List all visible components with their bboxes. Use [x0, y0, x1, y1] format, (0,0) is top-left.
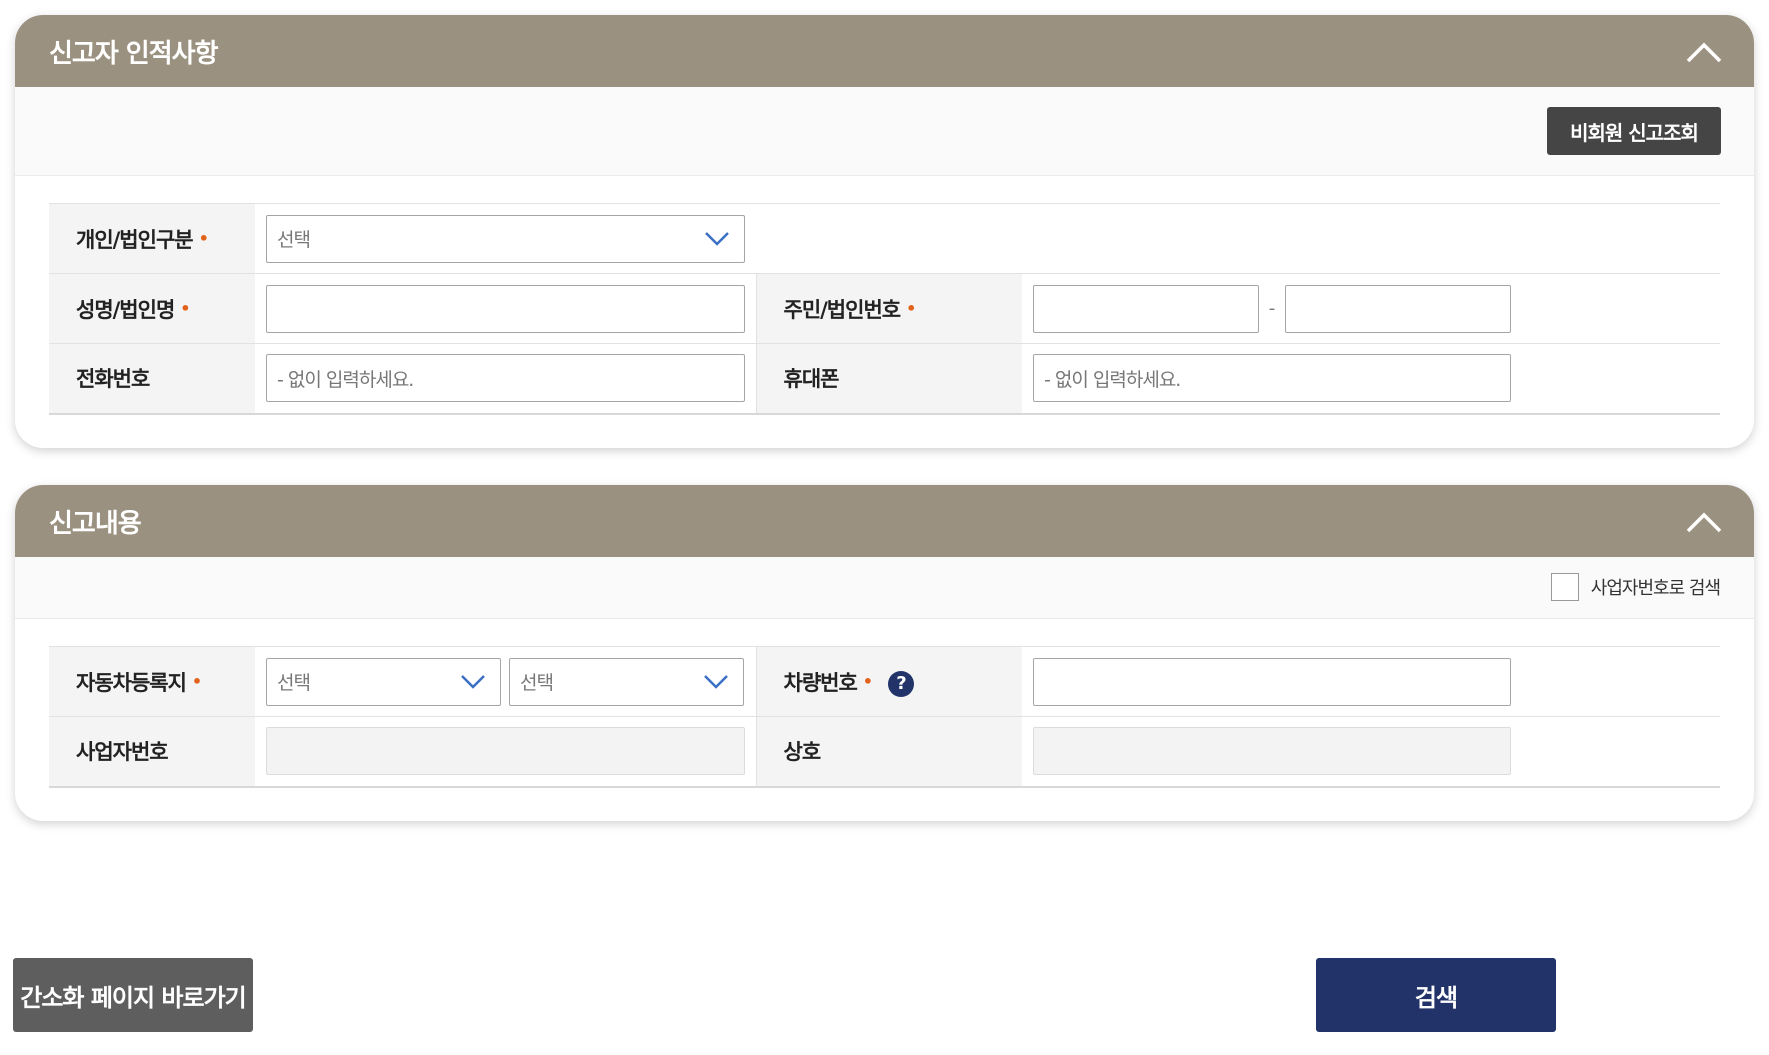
report-content-header: 신고내용 [15, 485, 1754, 557]
report-content-toolbar: 사업자번호로 검색 [15, 557, 1754, 619]
region-label-cell: 자동차등록지 • [49, 646, 255, 717]
chevron-down-icon [704, 674, 728, 689]
mobile-label-cell: 휴대폰 [755, 343, 1022, 414]
form-row: 자동차등록지 • 선택 선택 차량번호 •? [49, 646, 1720, 717]
region-label: 자동차등록지 [76, 670, 187, 695]
region-select-primary-value: 선택 [277, 672, 311, 694]
required-mark: • [198, 228, 209, 248]
plate-label-cell: 차량번호 •? [755, 646, 1022, 717]
company-name-input [1033, 727, 1511, 776]
id-label: 주민/법인번호 [783, 297, 902, 322]
mobile-label: 휴대폰 [783, 367, 840, 392]
name-input[interactable] [266, 284, 745, 333]
name-label: 성명/법인명 [76, 297, 175, 322]
help-icon[interactable]: ? [888, 670, 915, 697]
form-row: 사업자번호 상호 [49, 716, 1720, 787]
chevron-up-icon[interactable] [1682, 31, 1726, 71]
type-label: 개인/법인구분 [76, 227, 194, 252]
id-dash: - [1268, 298, 1276, 319]
form-row: 성명/법인명 • 주민/법인번호 • - [49, 273, 1720, 344]
chevron-down-icon [705, 231, 729, 246]
phone-label-cell: 전화번호 [49, 343, 255, 414]
chevron-up-icon[interactable] [1682, 501, 1726, 541]
required-mark: • [191, 671, 202, 691]
report-content-form: 자동차등록지 • 선택 선택 차량번호 •? 사업자번호 상호 [49, 646, 1720, 788]
search-button[interactable]: 검색 [1316, 958, 1556, 1032]
type-select-value: 선택 [277, 229, 311, 251]
report-content-panel: 신고내용 사업자번호로 검색 자동차등록지 • 선택 선택 차량번호 • ? 사… [15, 485, 1754, 821]
person-corp-type-select[interactable]: 선택 [266, 214, 745, 263]
id-number-second-input[interactable] [1285, 284, 1511, 333]
id-number-first-input[interactable] [1033, 284, 1259, 333]
region-select-secondary-value: 선택 [520, 672, 554, 694]
id-label-cell: 주민/법인번호 • [755, 273, 1022, 344]
company-name-label: 상호 [783, 740, 822, 765]
required-mark: • [862, 671, 873, 691]
chevron-down-icon [461, 674, 485, 689]
type-label-cell: 개인/법인구분 • [49, 203, 255, 274]
required-mark: • [906, 298, 916, 318]
plate-label: 차량번호 [783, 670, 858, 695]
mobile-input[interactable]: - 없이 입력하세요. [1033, 354, 1511, 403]
business-number-label-cell: 사업자번호 [49, 716, 255, 787]
reporter-info-title: 신고자 인적사항 [49, 38, 218, 69]
business-number-search-label: 사업자번호로 검색 [1590, 578, 1721, 599]
form-row: 개인/법인구분 • 선택 [49, 203, 1720, 274]
simplified-page-button[interactable]: 간소화 페이지 바로가기 [13, 958, 253, 1032]
business-number-input [266, 727, 745, 776]
business-number-search-checkbox[interactable] [1550, 573, 1579, 601]
phone-label: 전화번호 [76, 367, 150, 392]
business-number-label: 사업자번호 [76, 740, 169, 765]
name-label-cell: 성명/법인명 • [49, 273, 255, 344]
company-name-label-cell: 상호 [755, 716, 1022, 787]
reporter-info-toolbar: 비회원 신고조회 [15, 87, 1754, 176]
reporter-info-form: 개인/법인구분 • 선택 성명/법인명 • 주민/법인번호 • - 전화번호 -… [49, 203, 1720, 415]
phone-input[interactable]: - 없이 입력하세요. [266, 354, 745, 403]
reporter-info-header: 신고자 인적사항 [15, 15, 1754, 87]
report-content-title: 신고내용 [49, 508, 142, 539]
required-mark: • [180, 298, 190, 318]
guest-report-lookup-button[interactable]: 비회원 신고조회 [1547, 107, 1721, 155]
form-row: 전화번호 - 없이 입력하세요. 휴대폰 - 없이 입력하세요. [49, 343, 1720, 414]
reporter-info-panel: 신고자 인적사항 비회원 신고조회 개인/법인구분• 선택 성명/법인명• [15, 15, 1754, 448]
vehicle-plate-input[interactable] [1033, 657, 1511, 706]
region-select-primary[interactable]: 선택 [266, 657, 501, 706]
region-select-secondary[interactable]: 선택 [509, 657, 744, 706]
